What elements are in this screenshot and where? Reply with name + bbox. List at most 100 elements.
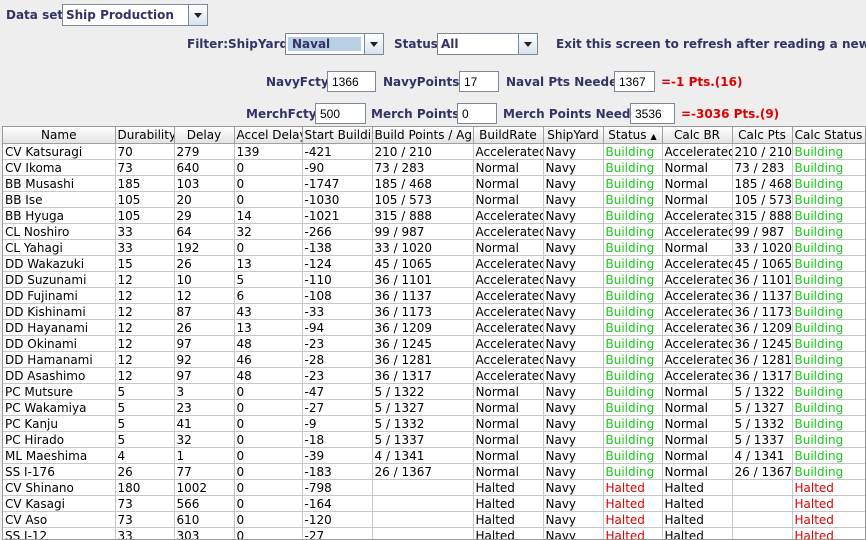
chevron-down-icon[interactable]	[364, 34, 383, 54]
table-row[interactable]: DD Wakazuki152613-12445 / 1065Accelerate…	[3, 256, 865, 272]
table-cell: Normal	[473, 176, 543, 192]
table-cell: 12	[115, 304, 174, 320]
naval-needed-label: Naval Pts Needed:	[506, 75, 631, 89]
table-row[interactable]: CV Shinano18010020-798HaltedNavyHaltedHa…	[3, 480, 865, 496]
table-cell: Building	[603, 208, 662, 224]
merch-fcty-field[interactable]	[315, 103, 366, 124]
dataset-value: Ship Production	[66, 8, 174, 22]
table-cell: 5 / 1322	[372, 384, 473, 400]
table-row[interactable]: DD Suzunami12105-11036 / 1101Accelerated…	[3, 272, 865, 288]
column-header[interactable]: Accel Delay	[234, 127, 302, 144]
table-cell: Building	[792, 288, 865, 304]
table-cell: Building	[603, 384, 662, 400]
table-cell: Building	[603, 272, 662, 288]
column-header[interactable]: Calc Pts	[732, 127, 792, 144]
navy-fcty-label: NavyFcty:	[266, 75, 333, 89]
column-header[interactable]: ShipYard	[543, 127, 603, 144]
table-cell: Navy	[543, 256, 603, 272]
table-row[interactable]: PC Mutsure530-475 / 1322NormalNavyBuildi…	[3, 384, 865, 400]
chevron-down-icon[interactable]	[518, 34, 537, 54]
column-header[interactable]: Build Points / Ag...	[372, 127, 473, 144]
navy-fcty-field[interactable]	[327, 71, 376, 92]
table-row[interactable]: CL Noshiro336432-26699 / 987AcceleratedN…	[3, 224, 865, 240]
table-row[interactable]: ML Maeshima410-394 / 1341NormalNavyBuild…	[3, 448, 865, 464]
table-cell: 105	[115, 208, 174, 224]
table-cell: 33	[115, 240, 174, 256]
dataset-combo[interactable]: Ship Production	[62, 4, 208, 26]
status-combo[interactable]: All	[437, 33, 538, 55]
table-row[interactable]: DD Asashimo129748-2336 / 1317Accelerated…	[3, 368, 865, 384]
table-cell: Building	[603, 176, 662, 192]
table-cell: Halted	[603, 528, 662, 540]
table-cell: Accelerated	[662, 272, 732, 288]
merch-points-field[interactable]	[457, 103, 497, 124]
table-cell: -27	[302, 400, 372, 416]
column-header[interactable]: Status▲	[603, 127, 662, 144]
column-header[interactable]: Durability	[115, 127, 174, 144]
table-cell: 36 / 1317	[372, 368, 473, 384]
table-cell: Navy	[543, 464, 603, 480]
table-row[interactable]: DD Kishinami128743-3336 / 1173Accelerate…	[3, 304, 865, 320]
table-row[interactable]: CL Yahagi331920-13833 / 1020NormalNavyBu…	[3, 240, 865, 256]
table-cell: -1030	[302, 192, 372, 208]
table-cell: 185	[115, 176, 174, 192]
table-cell: 36 / 1173	[732, 304, 792, 320]
table-cell: 610	[174, 512, 234, 528]
column-header-label: Calc Status	[795, 128, 863, 142]
table-cell: Building	[603, 144, 662, 160]
table-cell: -18	[302, 432, 372, 448]
table-row[interactable]: CV Ikoma736400-9073 / 283NormalNavyBuild…	[3, 160, 865, 176]
chevron-down-icon[interactable]	[188, 5, 207, 25]
column-header[interactable]: Start Buildi...	[302, 127, 372, 144]
column-header-label: Start Buildi...	[305, 128, 373, 142]
column-header[interactable]: Delay	[174, 127, 234, 144]
table-cell: Navy	[543, 288, 603, 304]
table-cell: 5 / 1327	[372, 400, 473, 416]
merch-needed-field[interactable]	[630, 103, 675, 124]
table-row[interactable]: SS I-12333030-27HaltedNavyHaltedHaltedHa…	[3, 528, 865, 540]
table-cell: Navy	[543, 320, 603, 336]
table-row[interactable]: PC Wakamiya5230-275 / 1327NormalNavyBuil…	[3, 400, 865, 416]
column-header[interactable]: Name	[3, 127, 115, 144]
table-cell: 12	[115, 368, 174, 384]
table-cell: 45 / 1065	[732, 256, 792, 272]
table-cell: Normal	[473, 432, 543, 448]
shipyard-combo[interactable]: Naval	[285, 33, 384, 55]
table-row[interactable]: CV Kasagi735660-164HaltedNavyHaltedHalte…	[3, 496, 865, 512]
table-cell: 23	[174, 400, 234, 416]
navy-points-field[interactable]	[459, 71, 499, 92]
table-row[interactable]: DD Hayanami122613-9436 / 1209Accelerated…	[3, 320, 865, 336]
table-cell: Accelerated	[662, 352, 732, 368]
table-cell: Navy	[543, 304, 603, 320]
table-row[interactable]: CV Aso736100-120HaltedNavyHaltedHaltedHa…	[3, 512, 865, 528]
naval-needed-field[interactable]	[614, 71, 655, 92]
column-header[interactable]: BuildRate	[473, 127, 543, 144]
table-row[interactable]: BB Ise105200-1030105 / 573NormalNavyBuil…	[3, 192, 865, 208]
table-cell: 4 / 1341	[732, 448, 792, 464]
table-cell: Normal	[473, 400, 543, 416]
table-row[interactable]: BB Musashi1851030-1747185 / 468NormalNav…	[3, 176, 865, 192]
table-cell: -39	[302, 448, 372, 464]
table-row[interactable]: PC Kanju5410-95 / 1332NormalNavyBuilding…	[3, 416, 865, 432]
table-row[interactable]: DD Fujinami12126-10836 / 1137Accelerated…	[3, 288, 865, 304]
table-cell: Building	[603, 304, 662, 320]
table-cell: 5	[115, 416, 174, 432]
column-header[interactable]: Calc BR	[662, 127, 732, 144]
naval-result: =-1 Pts.(16)	[661, 75, 742, 89]
table-row[interactable]: PC Hirado5320-185 / 1337NormalNavyBuildi…	[3, 432, 865, 448]
production-table[interactable]: NameDurabilityDelayAccel DelayStart Buil…	[2, 126, 866, 540]
table-cell: Accelerated	[662, 320, 732, 336]
column-header[interactable]: Calc Status	[792, 127, 865, 144]
table-row[interactable]: CV Katsuragi70279139-421210 / 210Acceler…	[3, 144, 865, 160]
table-cell: -23	[302, 368, 372, 384]
table-row[interactable]: DD Okinami129748-2336 / 1245AcceleratedN…	[3, 336, 865, 352]
table-row[interactable]: BB Hyuga1052914-1021315 / 888Accelerated…	[3, 208, 865, 224]
table-cell: 26	[115, 464, 174, 480]
table-cell: 5 / 1337	[732, 432, 792, 448]
table-cell: Accelerated	[473, 256, 543, 272]
table-row[interactable]: SS I-17626770-18326 / 1367NormalNavyBuil…	[3, 464, 865, 480]
table-row[interactable]: DD Hamanami129246-2836 / 1281Accelerated…	[3, 352, 865, 368]
table-cell: Building	[603, 352, 662, 368]
table-cell: Building	[792, 352, 865, 368]
table-cell: Navy	[543, 272, 603, 288]
